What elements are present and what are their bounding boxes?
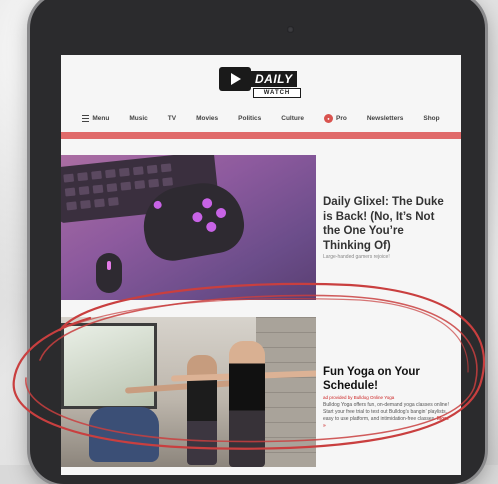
- logo-word: DAILY: [251, 71, 297, 87]
- hamburger-icon: [82, 114, 90, 122]
- nav-culture[interactable]: Culture: [281, 115, 304, 122]
- nav-label: Newsletters: [366, 114, 404, 122]
- article-image-yoga[interactable]: [61, 317, 316, 467]
- nav-movies[interactable]: Movies: [196, 115, 218, 122]
- mouse-graphic: [96, 253, 122, 293]
- article-title[interactable]: Daily Glixel: The Duke is Back! (No, It’…: [323, 195, 453, 253]
- article-body: Bulldog Yoga offers fun, on-demand yoga …: [323, 402, 453, 430]
- chair-graphic: [89, 407, 159, 462]
- nav-newsletters[interactable]: Newsletters: [367, 115, 404, 122]
- article-card-1[interactable]: Daily Glixel: The Duke is Back! (No, It’…: [323, 195, 453, 260]
- nav-menu[interactable]: Menu: [82, 114, 110, 122]
- tablet-screen: DAILY WATCH Menu Music TV Movies Politic…: [61, 55, 461, 475]
- article-title[interactable]: Fun Yoga on Your Schedule!: [323, 365, 453, 393]
- yoga-person: [229, 341, 265, 467]
- play-icon: [219, 67, 251, 91]
- main-nav: Menu Music TV Movies Politics Culture ● …: [61, 110, 461, 126]
- logo-sub: WATCH: [253, 88, 301, 98]
- site-logo[interactable]: DAILY WATCH: [219, 65, 303, 105]
- nav-shop[interactable]: Shop: [423, 115, 439, 122]
- yoga-person: [187, 355, 217, 465]
- nav-pro[interactable]: ● Pro: [324, 113, 347, 123]
- nav-label: Culture: [281, 114, 305, 122]
- nav-tv[interactable]: TV: [168, 115, 176, 122]
- pro-badge-icon: ●: [324, 113, 334, 123]
- stone-wall-graphic: [256, 317, 316, 467]
- nav-label: Pro: [336, 114, 347, 122]
- nav-label: Music: [129, 114, 148, 122]
- window-graphic: [61, 323, 157, 409]
- article-image-gaming[interactable]: [61, 155, 316, 300]
- sponsor-label: ad provided by Bulldog Online Yoga: [323, 395, 395, 400]
- nav-label: Shop: [423, 114, 440, 122]
- accent-bar: [61, 132, 461, 139]
- nav-politics[interactable]: Politics: [238, 115, 261, 122]
- camera-dot: [287, 26, 294, 33]
- article-subtitle: Large-handed gamers rejoice!: [323, 254, 390, 260]
- nav-label: TV: [167, 114, 177, 122]
- nav-label: Movies: [196, 114, 219, 122]
- nav-label: Menu: [92, 114, 110, 122]
- article-body-text: Bulldog Yoga offers fun, on-demand yoga …: [323, 402, 449, 422]
- nav-label: Politics: [238, 114, 262, 122]
- nav-music[interactable]: Music: [129, 115, 147, 122]
- article-card-2[interactable]: Fun Yoga on Your Schedule! ad provided b…: [323, 365, 453, 430]
